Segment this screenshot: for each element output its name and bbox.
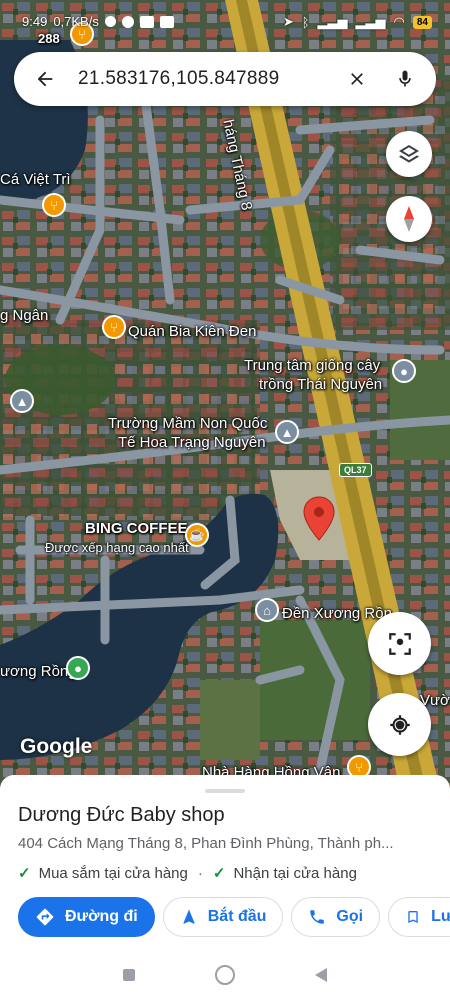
status-time: 9:49 [22, 14, 48, 29]
selected-location-pin-icon[interactable] [302, 496, 336, 542]
wifi-icon: ◠ [393, 14, 405, 29]
sheet-drag-handle[interactable] [205, 789, 245, 793]
my-location-icon [389, 714, 410, 735]
navigation-arrow-icon [180, 908, 198, 926]
compass-icon [404, 206, 414, 232]
system-nav-bar [0, 950, 450, 1000]
map-label-ngan: g Ngân [0, 307, 49, 324]
directions-button[interactable]: Đường đi [18, 897, 155, 937]
status-speed: 0,7KB/s [53, 14, 99, 29]
map-label-bing-coffee[interactable]: BING COFFEE [85, 520, 188, 538]
food-pin-icon[interactable]: ⑂ [42, 193, 66, 217]
place-address: 404 Cách Mạng Tháng 8, Phan Đình Phùng, … [18, 835, 394, 852]
mic-icon [399, 70, 411, 87]
map-label-ca-viet-tri[interactable]: Cá Việt Trì [0, 171, 71, 189]
clear-search-button[interactable] [342, 64, 372, 94]
location-arrow-icon: ➤ [282, 14, 294, 29]
close-icon [351, 73, 363, 85]
map-label-den-xuong-rong[interactable]: Đền Xương Rồn [282, 605, 392, 623]
phone-icon [308, 908, 326, 926]
cafe-pin-icon[interactable]: ☕ [185, 523, 209, 547]
signal-2-icon: ▂▃▅ [355, 14, 386, 29]
recents-button[interactable] [123, 969, 135, 981]
directions-label: Đường đi [65, 908, 138, 925]
map-view[interactable]: 288 Cá Việt Trì háng Tháng 8 g Ngân Quán… [0, 0, 450, 790]
layers-button[interactable] [386, 131, 432, 177]
location-search-icon [388, 632, 411, 655]
check-icon: ✓ [18, 865, 31, 882]
temple-pin-icon[interactable]: ⌂ [255, 598, 279, 622]
signal-icon: ▂▃▅ [317, 14, 348, 29]
directions-icon [35, 907, 55, 927]
my-location-button[interactable] [368, 693, 431, 756]
back-nav-button[interactable] [315, 968, 327, 982]
map-label-quan-bia[interactable]: Quán Bia Kiên Đen [128, 323, 256, 341]
bookmark-icon [405, 908, 421, 926]
map-label-trung-tam-line1[interactable]: Trung tâm giống cây [244, 357, 380, 375]
gallery-icon [159, 15, 174, 28]
back-button[interactable] [30, 64, 60, 94]
save-label: Lư [431, 908, 450, 925]
feature-in-store-shopping: Mua sắm tại cửa hàng [38, 864, 188, 882]
highway-shield: QL37 [339, 463, 372, 477]
check-icon: ✓ [212, 865, 226, 882]
school-pin-icon[interactable]: ▲ [275, 420, 299, 444]
voice-search-button[interactable] [390, 64, 420, 94]
google-logo: Google [20, 735, 93, 758]
home-button[interactable] [215, 965, 235, 985]
place-features: ✓ Mua sắm tại cửa hàng · ✓ Nhận tại cửa … [18, 864, 357, 883]
map-label-truong-line1[interactable]: Trường Mầm Non Quốc [108, 415, 267, 433]
search-input[interactable]: 21.583176,105.847889 [78, 68, 342, 90]
place-bottom-sheet[interactable]: Dương Đức Baby shop 404 Cách Mạng Tháng … [0, 775, 450, 950]
alarm-icon [104, 16, 116, 27]
start-label: Bắt đầu [207, 908, 267, 925]
street-view-button[interactable] [368, 612, 431, 675]
start-navigation-button[interactable]: Bắt đầu [162, 897, 284, 937]
action-buttons-row: Đường đi Bắt đầu Gọi Lư [18, 897, 450, 937]
feature-in-store-pickup: Nhận tại cửa hàng [233, 864, 357, 882]
map-label-truong-line2[interactable]: Tế Hoa Trạng Nguyên [118, 434, 266, 452]
layers-icon [399, 145, 419, 163]
save-button[interactable]: Lư [388, 897, 450, 937]
school-pin-icon[interactable]: ▲ [10, 389, 34, 413]
map-label-trung-tam-line2[interactable]: trồng Thái Nguyên [259, 376, 382, 394]
map-label-bing-rating: Được xếp hạng cao nhất [45, 540, 189, 555]
place-pin-icon[interactable]: ● [392, 359, 416, 383]
separator-dot: · [197, 864, 203, 882]
park-pin-icon[interactable]: ● [66, 656, 90, 680]
zalo-icon [139, 15, 154, 28]
battery-indicator: 84 [412, 15, 432, 29]
arrow-back-icon [37, 71, 53, 87]
call-button[interactable]: Gọi [291, 897, 381, 937]
call-label: Gọi [336, 908, 364, 925]
messenger-icon [121, 15, 134, 28]
place-title: Dương Đức Baby shop [18, 804, 225, 826]
status-bar: 9:49 0,7KB/s ➤ ᛒ ▂▃▅ ▂▃▅ ◠ 84 [0, 0, 450, 44]
food-pin-icon[interactable]: ⑂ [102, 315, 126, 339]
compass-button[interactable] [386, 196, 432, 242]
bluetooth-icon: ᛒ [301, 14, 310, 30]
search-bar[interactable]: 21.583176,105.847889 [14, 52, 436, 106]
